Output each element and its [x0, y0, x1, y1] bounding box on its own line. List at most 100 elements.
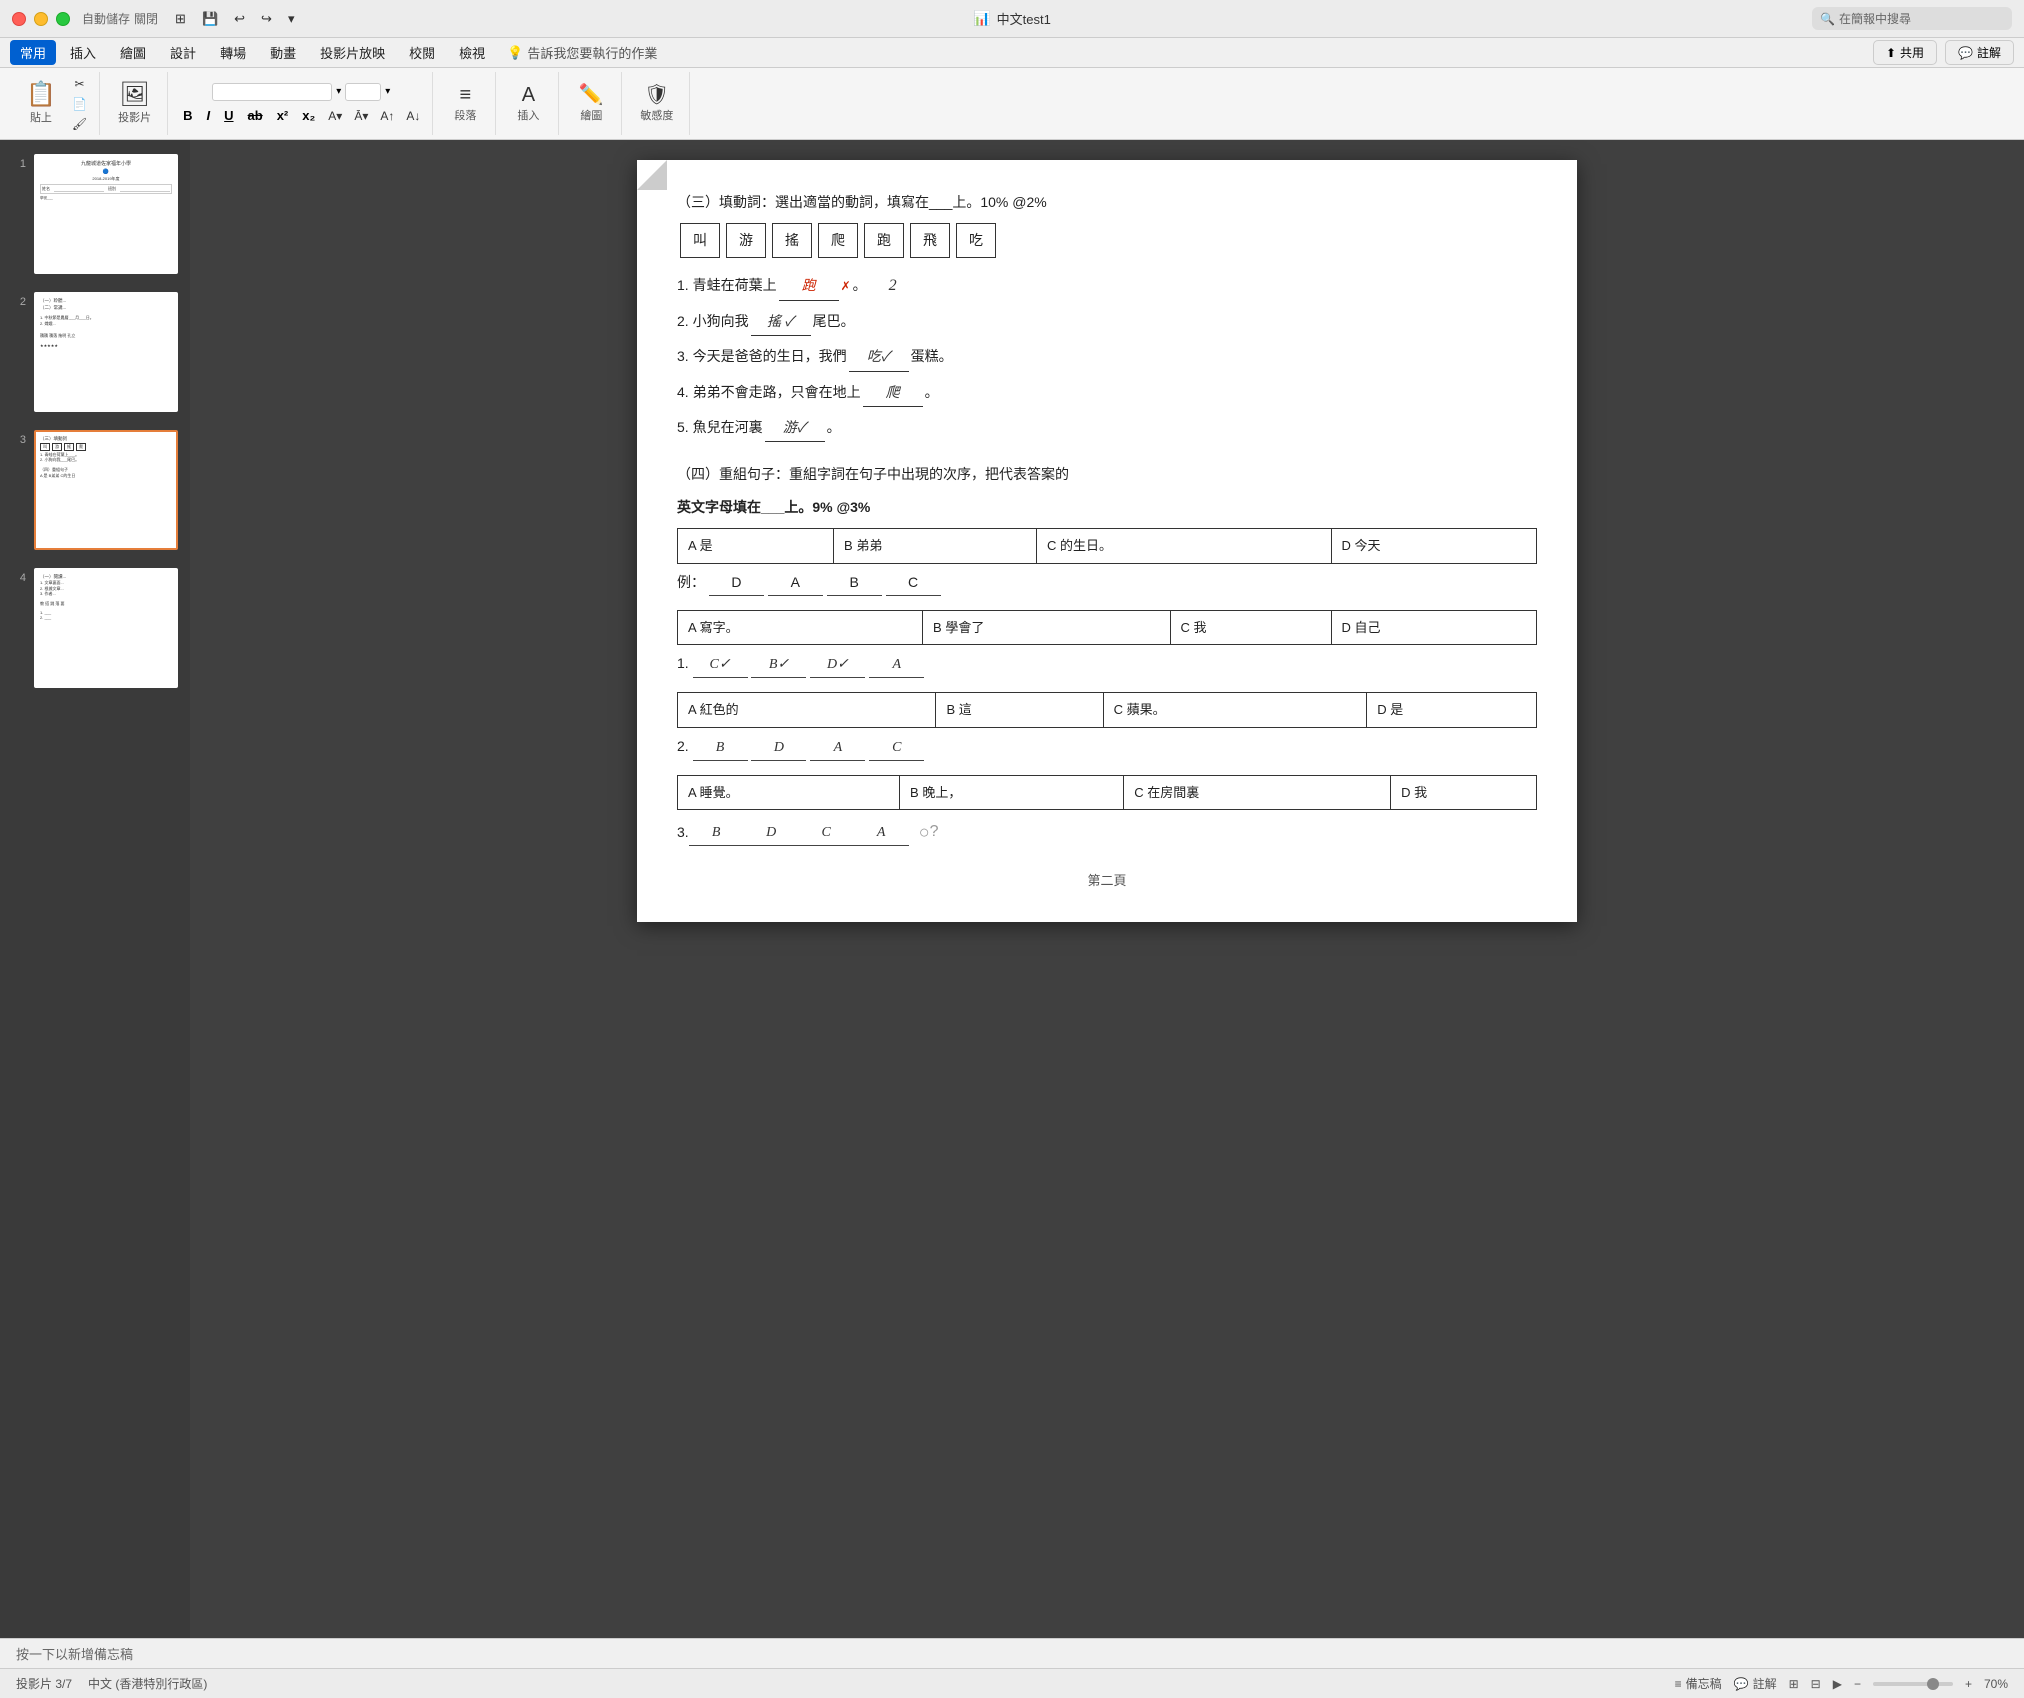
table3-col-a: A 紅色的: [678, 693, 936, 727]
format-painter-button[interactable]: 🖌: [68, 115, 91, 133]
maximize-button[interactable]: [56, 12, 70, 26]
table4-ans-b: B: [689, 820, 744, 846]
para-button[interactable]: ≡ 段落: [443, 83, 487, 125]
comment-button[interactable]: 💬 註解: [1945, 40, 2014, 65]
strikethrough-button[interactable]: ab: [243, 107, 268, 124]
main-area: 1 九龍城道佐家福年小學 🔵 2018-2019年度 姓名班別 學號___ 2: [0, 140, 2024, 1638]
menu-item-insert[interactable]: 插入: [60, 40, 106, 65]
save-button[interactable]: 💾: [197, 9, 223, 29]
menu-item-view[interactable]: 檢視: [449, 40, 495, 65]
help-label[interactable]: 告訴我您要執行的作業: [527, 43, 657, 62]
share-button[interactable]: ⬆ 共用: [1873, 40, 1937, 65]
table4-col-d: D 我: [1391, 776, 1537, 810]
minimize-button[interactable]: [34, 12, 48, 26]
menu-item-draw[interactable]: 繪圖: [110, 40, 156, 65]
new-slide-button[interactable]: 🖼 投影片: [110, 81, 159, 127]
undo-button[interactable]: ↩: [229, 9, 250, 29]
answer-2: 搖 ✓: [751, 310, 811, 336]
table2-ans-b: B✓: [751, 652, 806, 678]
bold-button[interactable]: B: [178, 107, 197, 124]
zoom-minus[interactable]: −: [1854, 1677, 1861, 1691]
word-choice-5: 跑: [864, 223, 904, 258]
view-grid-btn[interactable]: ⊟: [1811, 1677, 1821, 1691]
section3-title: （三）填動詞：選出適當的動詞，填寫在___上。10% @2%: [677, 190, 1537, 215]
page-num: 第二頁: [677, 869, 1537, 892]
font-size-input[interactable]: [345, 83, 381, 101]
table2-answer-row: 1. C✓ B✓ D✓ A: [677, 651, 1537, 678]
menu-item-home[interactable]: 常用: [10, 40, 56, 65]
sidebar-toggle[interactable]: ⊞: [170, 9, 191, 29]
slide-preview-1[interactable]: 九龍城道佐家福年小學 🔵 2018-2019年度 姓名班別 學號___: [34, 154, 178, 274]
ribbon: 📋 貼上 ✂ 📄 🖌 🖼 投影片 ▾ ▾ B I U ab: [0, 68, 2024, 140]
sentence-2-text: 2. 小狗向我: [677, 309, 749, 334]
highlight-button[interactable]: Ā▾: [350, 107, 372, 125]
slide-preview-4[interactable]: （一）閱讀... 1. 文章裏面... 2. 根據文章... 3. 作者... …: [34, 568, 178, 688]
search-box[interactable]: 🔍 在簡報中搜尋: [1812, 7, 2012, 30]
lightbulb-icon: 💡: [507, 45, 523, 61]
table2-ans-a: A: [869, 652, 924, 678]
zoom-level[interactable]: 70%: [1984, 1677, 2008, 1691]
draw-button[interactable]: ✏️ 繪圖: [569, 83, 613, 125]
menu-item-slideshow[interactable]: 投影片放映: [310, 40, 395, 65]
slide-content: （三）填動詞：選出適當的動詞，填寫在___上。10% @2% 叫 游 搖 爬 跑…: [677, 190, 1537, 892]
language-info: 中文 (香港特別行政區): [88, 1675, 207, 1692]
table1-example-label: 例：: [677, 574, 705, 590]
notes-bar[interactable]: 按一下以新增備忘稿: [0, 1638, 2024, 1668]
notes-status[interactable]: ≡ 備忘稿: [1675, 1675, 1722, 1692]
view-normal-btn[interactable]: ⊞: [1789, 1677, 1799, 1691]
table3: A 紅色的 B 這 C 蘋果。 D 是: [677, 692, 1537, 727]
table4-ans-c: C: [799, 820, 854, 846]
section4-title: （四）重組句子：重組字詞在句子中出現的次序，把代表答案的: [677, 462, 1537, 487]
window-controls: [12, 12, 70, 26]
sensitivity-button[interactable]: 🛡 敏感度: [632, 83, 681, 125]
superscript-button[interactable]: x²: [272, 107, 294, 124]
table4-answer-label: 3.: [677, 820, 689, 845]
font-size-increase[interactable]: A↑: [376, 107, 398, 125]
view-reading-btn[interactable]: ▶: [1833, 1677, 1842, 1691]
font-size-chevron[interactable]: ▾: [385, 86, 390, 97]
slide-thumb-2[interactable]: 2 （一）聆聽... （二）常識... 1. 中秋節是農曆___月___日。 2…: [8, 288, 182, 416]
copy-button[interactable]: 📄: [68, 95, 91, 113]
titlebar-right: 🔍 在簡報中搜尋: [1812, 7, 2012, 30]
italic-button[interactable]: I: [202, 107, 216, 124]
slide-preview-3[interactable]: （三）填動詞 叫 游 搖 爬 1. 青蛙在荷葉上___。 2. 小狗向我___尾…: [34, 430, 178, 550]
paste-button[interactable]: 📋 貼上: [18, 81, 64, 127]
slide-thumb-1[interactable]: 1 九龍城道佐家福年小學 🔵 2018-2019年度 姓名班別 學號___: [8, 150, 182, 278]
menu-item-design[interactable]: 設計: [160, 40, 206, 65]
sentence-5-text: 5. 魚兒在河裏: [677, 415, 763, 440]
table1: A 是 B 弟弟 C 的生日。 D 今天: [677, 528, 1537, 563]
cut-button[interactable]: ✂: [68, 75, 91, 93]
search-icon: 🔍: [1820, 12, 1835, 26]
zoom-plus[interactable]: +: [1965, 1677, 1972, 1691]
subscript-button[interactable]: x₂: [297, 107, 320, 124]
insert-button[interactable]: A 插入: [506, 83, 550, 125]
font-name-chevron[interactable]: ▾: [336, 86, 341, 97]
slide-preview-2[interactable]: （一）聆聽... （二）常識... 1. 中秋節是農曆___月___日。 2. …: [34, 292, 178, 412]
zoom-thumb[interactable]: [1927, 1678, 1939, 1690]
slide-thumb-4[interactable]: 4 （一）閱讀... 1. 文章裏面... 2. 根據文章... 3. 作者..…: [8, 564, 182, 692]
redo-button[interactable]: ↪: [256, 9, 277, 29]
comment-icon: 💬: [1958, 46, 1973, 60]
menu-item-animation[interactable]: 動畫: [260, 40, 306, 65]
menu-item-transition[interactable]: 轉場: [210, 40, 256, 65]
close-button[interactable]: [12, 12, 26, 26]
zoom-slider[interactable]: [1873, 1682, 1953, 1686]
table3-ans-a: A: [810, 735, 865, 761]
word-choice-1: 叫: [680, 223, 720, 258]
font-size-decrease[interactable]: A↓: [402, 107, 424, 125]
comment-status[interactable]: 💬 註解: [1734, 1675, 1777, 1692]
xmark-1: ✗: [841, 276, 851, 298]
slide-preview-content-2: （一）聆聽... （二）常識... 1. 中秋節是農曆___月___日。 2. …: [36, 294, 176, 410]
slide-thumb-3[interactable]: 3 （三）填動詞 叫 游 搖 爬 1. 青蛙在荷葉上___。 2. 小狗向我__…: [8, 426, 182, 554]
sentence-1: 1. 青蛙在荷葉上 跑 ✗ 。 2: [677, 272, 1537, 301]
comment-status-icon: 💬: [1734, 1677, 1749, 1691]
underline-button[interactable]: U: [219, 107, 238, 124]
sentence-1-text: 1. 青蛙在荷葉上: [677, 273, 777, 298]
font-name-input[interactable]: [212, 83, 332, 101]
notes-hint[interactable]: 按一下以新增備忘稿: [16, 1644, 133, 1663]
table3-answer-row: 2. B D A C: [677, 734, 1537, 761]
font-color-button[interactable]: A▾: [324, 107, 346, 125]
more-button[interactable]: ▾: [283, 9, 300, 29]
sentence-3: 3. 今天是爸爸的生日，我們 吃✓ 蛋糕。: [677, 344, 1537, 371]
menu-item-review[interactable]: 校閱: [399, 40, 445, 65]
